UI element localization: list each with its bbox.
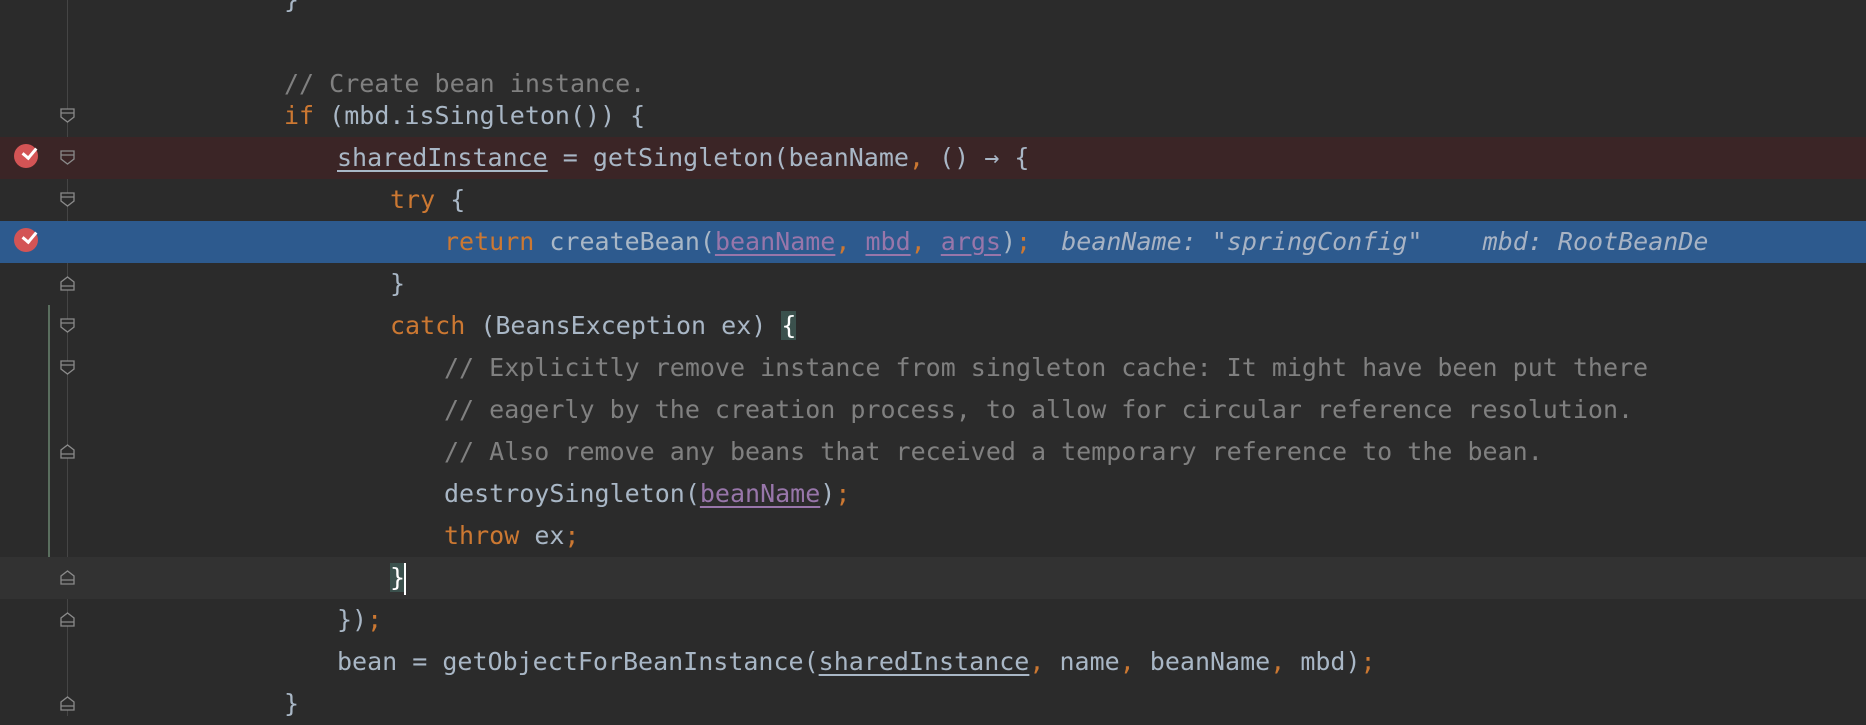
code-text[interactable]: try {: [390, 179, 465, 221]
code-token: }): [337, 605, 368, 634]
code-line[interactable]: throw ex;: [0, 515, 1866, 557]
caret-line[interactable]: }: [0, 557, 1866, 599]
breakpoint-verified-icon[interactable]: [14, 228, 38, 252]
variable-reference[interactable]: sharedInstance: [337, 143, 548, 172]
code-token: name: [1044, 647, 1120, 676]
punctuation-token: ,: [910, 227, 926, 256]
keyword-token: return: [444, 227, 535, 256]
breakpoint-line[interactable]: sharedInstance = getSingleton(beanName, …: [0, 137, 1866, 179]
fold-open-icon[interactable]: [60, 150, 75, 165]
comment-token: // Also remove any beans that received a…: [444, 437, 1543, 466]
code-token: beanName: [1134, 647, 1271, 676]
code-token: = getSingleton(beanName: [547, 143, 909, 172]
code-text[interactable]: }: [284, 0, 299, 21]
fold-close-icon[interactable]: [60, 570, 75, 585]
matched-brace: }: [390, 563, 406, 592]
inline-debug-value: beanName: "springConfig" mbd: RootBeanDe: [1031, 227, 1709, 256]
punctuation-token: ;: [564, 521, 580, 550]
code-line[interactable]: [0, 21, 1866, 63]
code-line[interactable]: bean = getObjectForBeanInstance(sharedIn…: [0, 641, 1866, 683]
punctuation-token: ,: [908, 143, 925, 172]
code-token: mbd): [1285, 647, 1361, 676]
code-line[interactable]: });: [0, 599, 1866, 641]
fold-close-icon[interactable]: [60, 612, 75, 627]
fold-close-icon[interactable]: [60, 696, 75, 711]
execution-point-line[interactable]: return createBean(beanName, mbd, args); …: [0, 221, 1866, 263]
code-text[interactable]: if (mbd.isSingleton()) {: [284, 95, 645, 137]
fold-open-icon[interactable]: [60, 108, 75, 123]
code-line[interactable]: // Also remove any beans that received a…: [0, 431, 1866, 473]
field-reference[interactable]: beanName: [715, 227, 835, 256]
punctuation-token: ,: [1270, 647, 1286, 676]
code-line[interactable]: // eagerly by the creation process, to a…: [0, 389, 1866, 431]
field-reference[interactable]: beanName: [700, 479, 820, 508]
punctuation-token: ;: [1016, 227, 1032, 256]
code-token: bean = getObjectForBeanInstance(: [337, 647, 819, 676]
breakpoint-verified-icon[interactable]: [14, 144, 38, 168]
code-text[interactable]: return createBean(beanName, mbd, args); …: [444, 221, 1708, 263]
code-line[interactable]: catch (BeansException ex) {: [0, 305, 1866, 347]
code-line[interactable]: // Explicitly remove instance from singl…: [0, 347, 1866, 389]
comment-token: // Explicitly remove instance from singl…: [444, 353, 1649, 382]
code-text[interactable]: });: [337, 599, 382, 641]
code-text[interactable]: // Explicitly remove instance from singl…: [444, 347, 1648, 389]
code-token: (BeansException ex): [465, 311, 782, 340]
fold-open-icon[interactable]: [60, 318, 75, 333]
code-text[interactable]: // Also remove any beans that received a…: [444, 431, 1543, 473]
punctuation-token: ;: [1360, 647, 1376, 676]
code-text[interactable]: }: [390, 263, 405, 305]
code-text[interactable]: catch (BeansException ex) {: [390, 305, 797, 347]
code-token: (mbd.isSingleton()) {: [314, 101, 646, 130]
variable-reference[interactable]: sharedInstance: [819, 647, 1030, 676]
code-line[interactable]: try {: [0, 179, 1866, 221]
code-text[interactable]: // eagerly by the creation process, to a…: [444, 389, 1633, 431]
keyword-token: throw: [444, 521, 520, 550]
code-line[interactable]: }: [0, 263, 1866, 305]
fold-open-icon[interactable]: [60, 360, 75, 375]
code-token: }: [284, 689, 300, 718]
punctuation-token: ,: [835, 227, 851, 256]
punctuation-token: ;: [367, 605, 383, 634]
code-text[interactable]: }: [284, 683, 299, 725]
keyword-token: try: [390, 185, 436, 214]
code-token: ): [1000, 227, 1017, 256]
punctuation-token: ;: [835, 479, 851, 508]
code-text[interactable]: bean = getObjectForBeanInstance(sharedIn…: [337, 641, 1376, 683]
code-token: }: [390, 269, 406, 298]
fold-open-icon[interactable]: [60, 192, 75, 207]
keyword-token: if: [284, 101, 315, 130]
code-editor[interactable]: } // Create bean instance. if (mbd.isSin…: [0, 0, 1866, 718]
code-token: }: [284, 0, 299, 14]
code-text[interactable]: throw ex;: [444, 515, 579, 557]
field-reference[interactable]: mbd: [865, 227, 910, 256]
fold-close-icon[interactable]: [60, 444, 75, 459]
code-line[interactable]: destroySingleton(beanName);: [0, 473, 1866, 515]
code-line[interactable]: }: [0, 683, 1866, 725]
code-text[interactable]: }: [390, 557, 407, 599]
keyword-token: catch: [390, 311, 466, 340]
code-line[interactable]: if (mbd.isSingleton()) {: [0, 95, 1866, 137]
field-reference[interactable]: args: [941, 227, 1001, 256]
text-caret: [404, 563, 407, 595]
code-text[interactable]: sharedInstance = getSingleton(beanName, …: [337, 137, 1029, 179]
matched-brace: {: [781, 311, 797, 340]
code-token: {: [435, 185, 466, 214]
code-token: destroySingleton(: [444, 479, 700, 508]
punctuation-token: ,: [1119, 647, 1135, 676]
code-token: () → {: [924, 143, 1030, 172]
code-token: ): [820, 479, 836, 508]
code-text[interactable]: destroySingleton(beanName);: [444, 473, 850, 515]
code-token: ex: [519, 521, 565, 550]
code-token: createBean(: [534, 227, 715, 256]
code-line[interactable]: }: [0, 0, 1866, 21]
comment-token: // Create bean instance.: [284, 69, 646, 98]
fold-close-icon[interactable]: [60, 276, 75, 291]
comment-token: // eagerly by the creation process, to a…: [444, 395, 1634, 424]
punctuation-token: ,: [1029, 647, 1045, 676]
